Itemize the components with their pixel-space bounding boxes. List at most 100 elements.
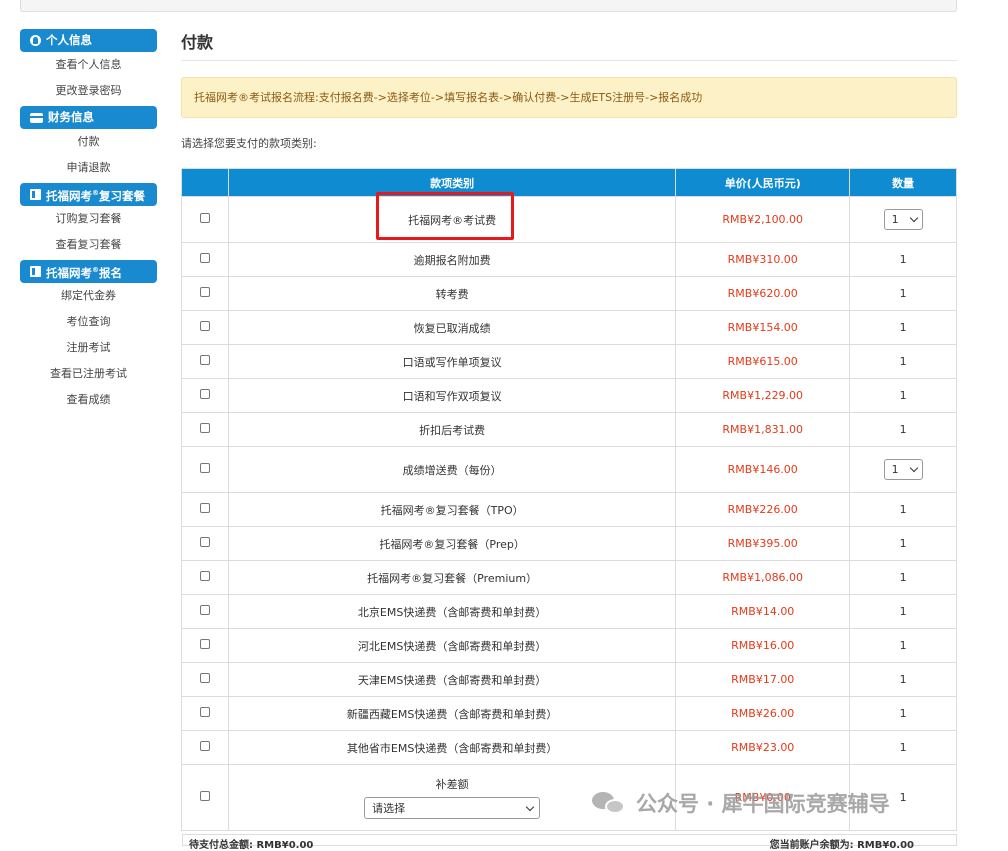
row-quantity-cell: 1 <box>849 492 957 527</box>
sidebar-group: 托福网考®报名 绑定代金券 考位查询 注册考试 查看已注册考试 查看成绩 <box>20 260 157 413</box>
row-category: 托福网考®复习套餐（Premium） <box>227 560 677 595</box>
sidebar-link[interactable]: 查看成绩 <box>20 387 157 413</box>
row-checkbox-cell <box>181 730 229 765</box>
chevron-down-icon <box>525 802 535 811</box>
supplement-select[interactable]: 请选择 <box>364 797 541 819</box>
sidebar-link[interactable]: 查看已注册考试 <box>20 361 157 387</box>
sidebar-nav: 个人信息 查看个人信息 更改登录密码 财务信息 付款 申请退款 托福网考®复习套餐 订购复习套… <box>20 29 157 415</box>
row-checkbox[interactable] <box>199 791 210 801</box>
watermark: 公众号 · 犀牛国际竞赛辅导 <box>592 786 890 820</box>
sidebar-section-header[interactable]: 托福网考®报名 <box>20 260 157 283</box>
user-icon <box>30 35 41 46</box>
row-checkbox-cell <box>181 196 229 243</box>
row-category: 恢复已取消成绩 <box>227 310 677 345</box>
sidebar-link[interactable]: 考位查询 <box>20 309 157 335</box>
sidebar-section-header[interactable]: 财务信息 <box>20 106 157 129</box>
row-category-text: 逾期报名附加费 <box>413 253 491 267</box>
row-price: RMB¥17.00 <box>675 662 851 697</box>
row-checkbox[interactable] <box>199 639 210 649</box>
main-content: 付款 托福网考®考试报名流程:支付报名费->选择考位->填写报名表->确认付费-… <box>181 29 957 831</box>
row-category: 托福网考®复习套餐（Prep） <box>227 526 677 561</box>
row-checkbox[interactable] <box>199 605 210 615</box>
row-category-text: 折扣后考试费 <box>419 423 486 437</box>
registration-flow-notice: 托福网考®考试报名流程:支付报名费->选择考位->填写报名表->确认付费->生成… <box>181 77 957 118</box>
row-checkbox-cell <box>181 662 229 697</box>
row-price: RMB¥14.00 <box>675 594 851 629</box>
sidebar-link[interactable]: 绑定代金券 <box>20 283 157 309</box>
row-category: 转考费 <box>227 276 677 311</box>
payment-prompt: 请选择您要支付的款项类别: <box>181 137 317 150</box>
row-checkbox[interactable] <box>199 673 210 683</box>
row-price: RMB¥620.00 <box>675 276 851 311</box>
sidebar-link[interactable]: 付款 <box>20 129 157 155</box>
row-price: RMB¥1,229.00 <box>675 378 851 413</box>
sidebar-section-header[interactable]: 个人信息 <box>20 29 157 52</box>
row-checkbox[interactable] <box>199 503 210 513</box>
sidebar-section-header[interactable]: 托福网考®复习套餐 <box>20 183 157 206</box>
row-checkbox[interactable] <box>199 287 210 297</box>
row-checkbox[interactable] <box>199 213 210 223</box>
sidebar-link[interactable]: 查看复习套餐 <box>20 232 157 258</box>
sidebar-title-prefix: 托福网考 <box>46 265 92 280</box>
table-row: 天津EMS快递费（含邮寄费和单封费） RMB¥17.00 1 <box>181 662 957 697</box>
highlighted-fee: 托福网考®考试费 <box>376 191 515 240</box>
table-row: 托福网考®复习套餐（Premium） RMB¥1,086.00 1 <box>181 560 957 595</box>
row-quantity-cell: 1 <box>849 662 957 697</box>
sidebar-link[interactable]: 查看个人信息 <box>20 52 157 78</box>
table-row: 其他省市EMS快递费（含邮寄费和单封费） RMB¥23.00 1 <box>181 730 957 765</box>
row-quantity-cell: 1 <box>849 446 957 493</box>
quantity-value: 1 <box>899 321 907 334</box>
quantity-select[interactable]: 1 <box>883 459 923 480</box>
row-checkbox-cell <box>181 560 229 595</box>
row-quantity-cell: 1 <box>849 560 957 595</box>
quantity-select[interactable]: 1 <box>883 209 923 230</box>
table-row: 恢复已取消成绩 RMB¥154.00 1 <box>181 310 957 345</box>
table-row: 成绩增送费（每份） RMB¥146.00 1 <box>181 446 957 493</box>
highlight-box <box>376 191 515 240</box>
row-checkbox[interactable] <box>199 355 210 365</box>
row-category: 河北EMS快递费（含邮寄费和单封费） <box>227 628 677 663</box>
row-quantity-cell: 1 <box>849 242 957 277</box>
table-row: 河北EMS快递费（含邮寄费和单封费） RMB¥16.00 1 <box>181 628 957 663</box>
header-select <box>181 168 229 197</box>
sidebar-section-title: 托福网考®报名 <box>46 259 122 285</box>
sidebar-link[interactable]: 申请退款 <box>20 155 157 181</box>
row-price: RMB¥154.00 <box>675 310 851 345</box>
book-icon <box>30 189 41 200</box>
row-checkbox[interactable] <box>199 741 210 751</box>
table-row: 托福网考®考试费 RMB¥2,100.00 1 <box>181 191 957 243</box>
row-category-text: 转考费 <box>435 287 469 301</box>
row-checkbox[interactable] <box>199 707 210 717</box>
row-checkbox[interactable] <box>199 423 210 433</box>
row-checkbox[interactable] <box>199 571 210 581</box>
row-category: 北京EMS快递费（含邮寄费和单封费） <box>227 594 677 629</box>
row-checkbox[interactable] <box>199 463 210 473</box>
row-checkbox[interactable] <box>199 253 210 263</box>
row-quantity-cell: 1 <box>849 196 957 243</box>
totals-row: 待支付总金额: RMB¥0.00 您当前账户余额为: RMB¥0.00 <box>182 834 957 851</box>
sidebar-link[interactable]: 订购复习套餐 <box>20 206 157 232</box>
watermark-text: 公众号 · 犀牛国际竞赛辅导 <box>636 792 890 816</box>
row-checkbox[interactable] <box>199 537 210 547</box>
row-category: 新疆西藏EMS快递费（含邮寄费和单封费） <box>227 696 677 731</box>
row-quantity-cell: 1 <box>849 628 957 663</box>
row-price: RMB¥615.00 <box>675 344 851 379</box>
top-bar <box>20 0 957 12</box>
row-price: RMB¥26.00 <box>675 696 851 731</box>
sidebar-link[interactable]: 更改登录密码 <box>20 78 157 104</box>
row-price: RMB¥395.00 <box>675 526 851 561</box>
row-checkbox[interactable] <box>199 389 210 399</box>
sidebar-group: 个人信息 查看个人信息 更改登录密码 <box>20 29 157 104</box>
row-checkbox-cell <box>181 696 229 731</box>
quantity-value: 1 <box>899 355 907 368</box>
table-row: 北京EMS快递费（含邮寄费和单封费） RMB¥14.00 1 <box>181 594 957 629</box>
row-price: RMB¥1,831.00 <box>675 412 851 447</box>
row-checkbox[interactable] <box>199 321 210 331</box>
sidebar-link[interactable]: 注册考试 <box>20 335 157 361</box>
row-quantity-cell: 1 <box>849 378 957 413</box>
row-quantity-cell: 1 <box>849 412 957 447</box>
row-checkbox-cell <box>181 594 229 629</box>
row-category-text: 口语和写作双项复议 <box>402 389 502 403</box>
row-checkbox-cell <box>181 628 229 663</box>
row-category: 托福网考®考试费 <box>227 191 677 243</box>
